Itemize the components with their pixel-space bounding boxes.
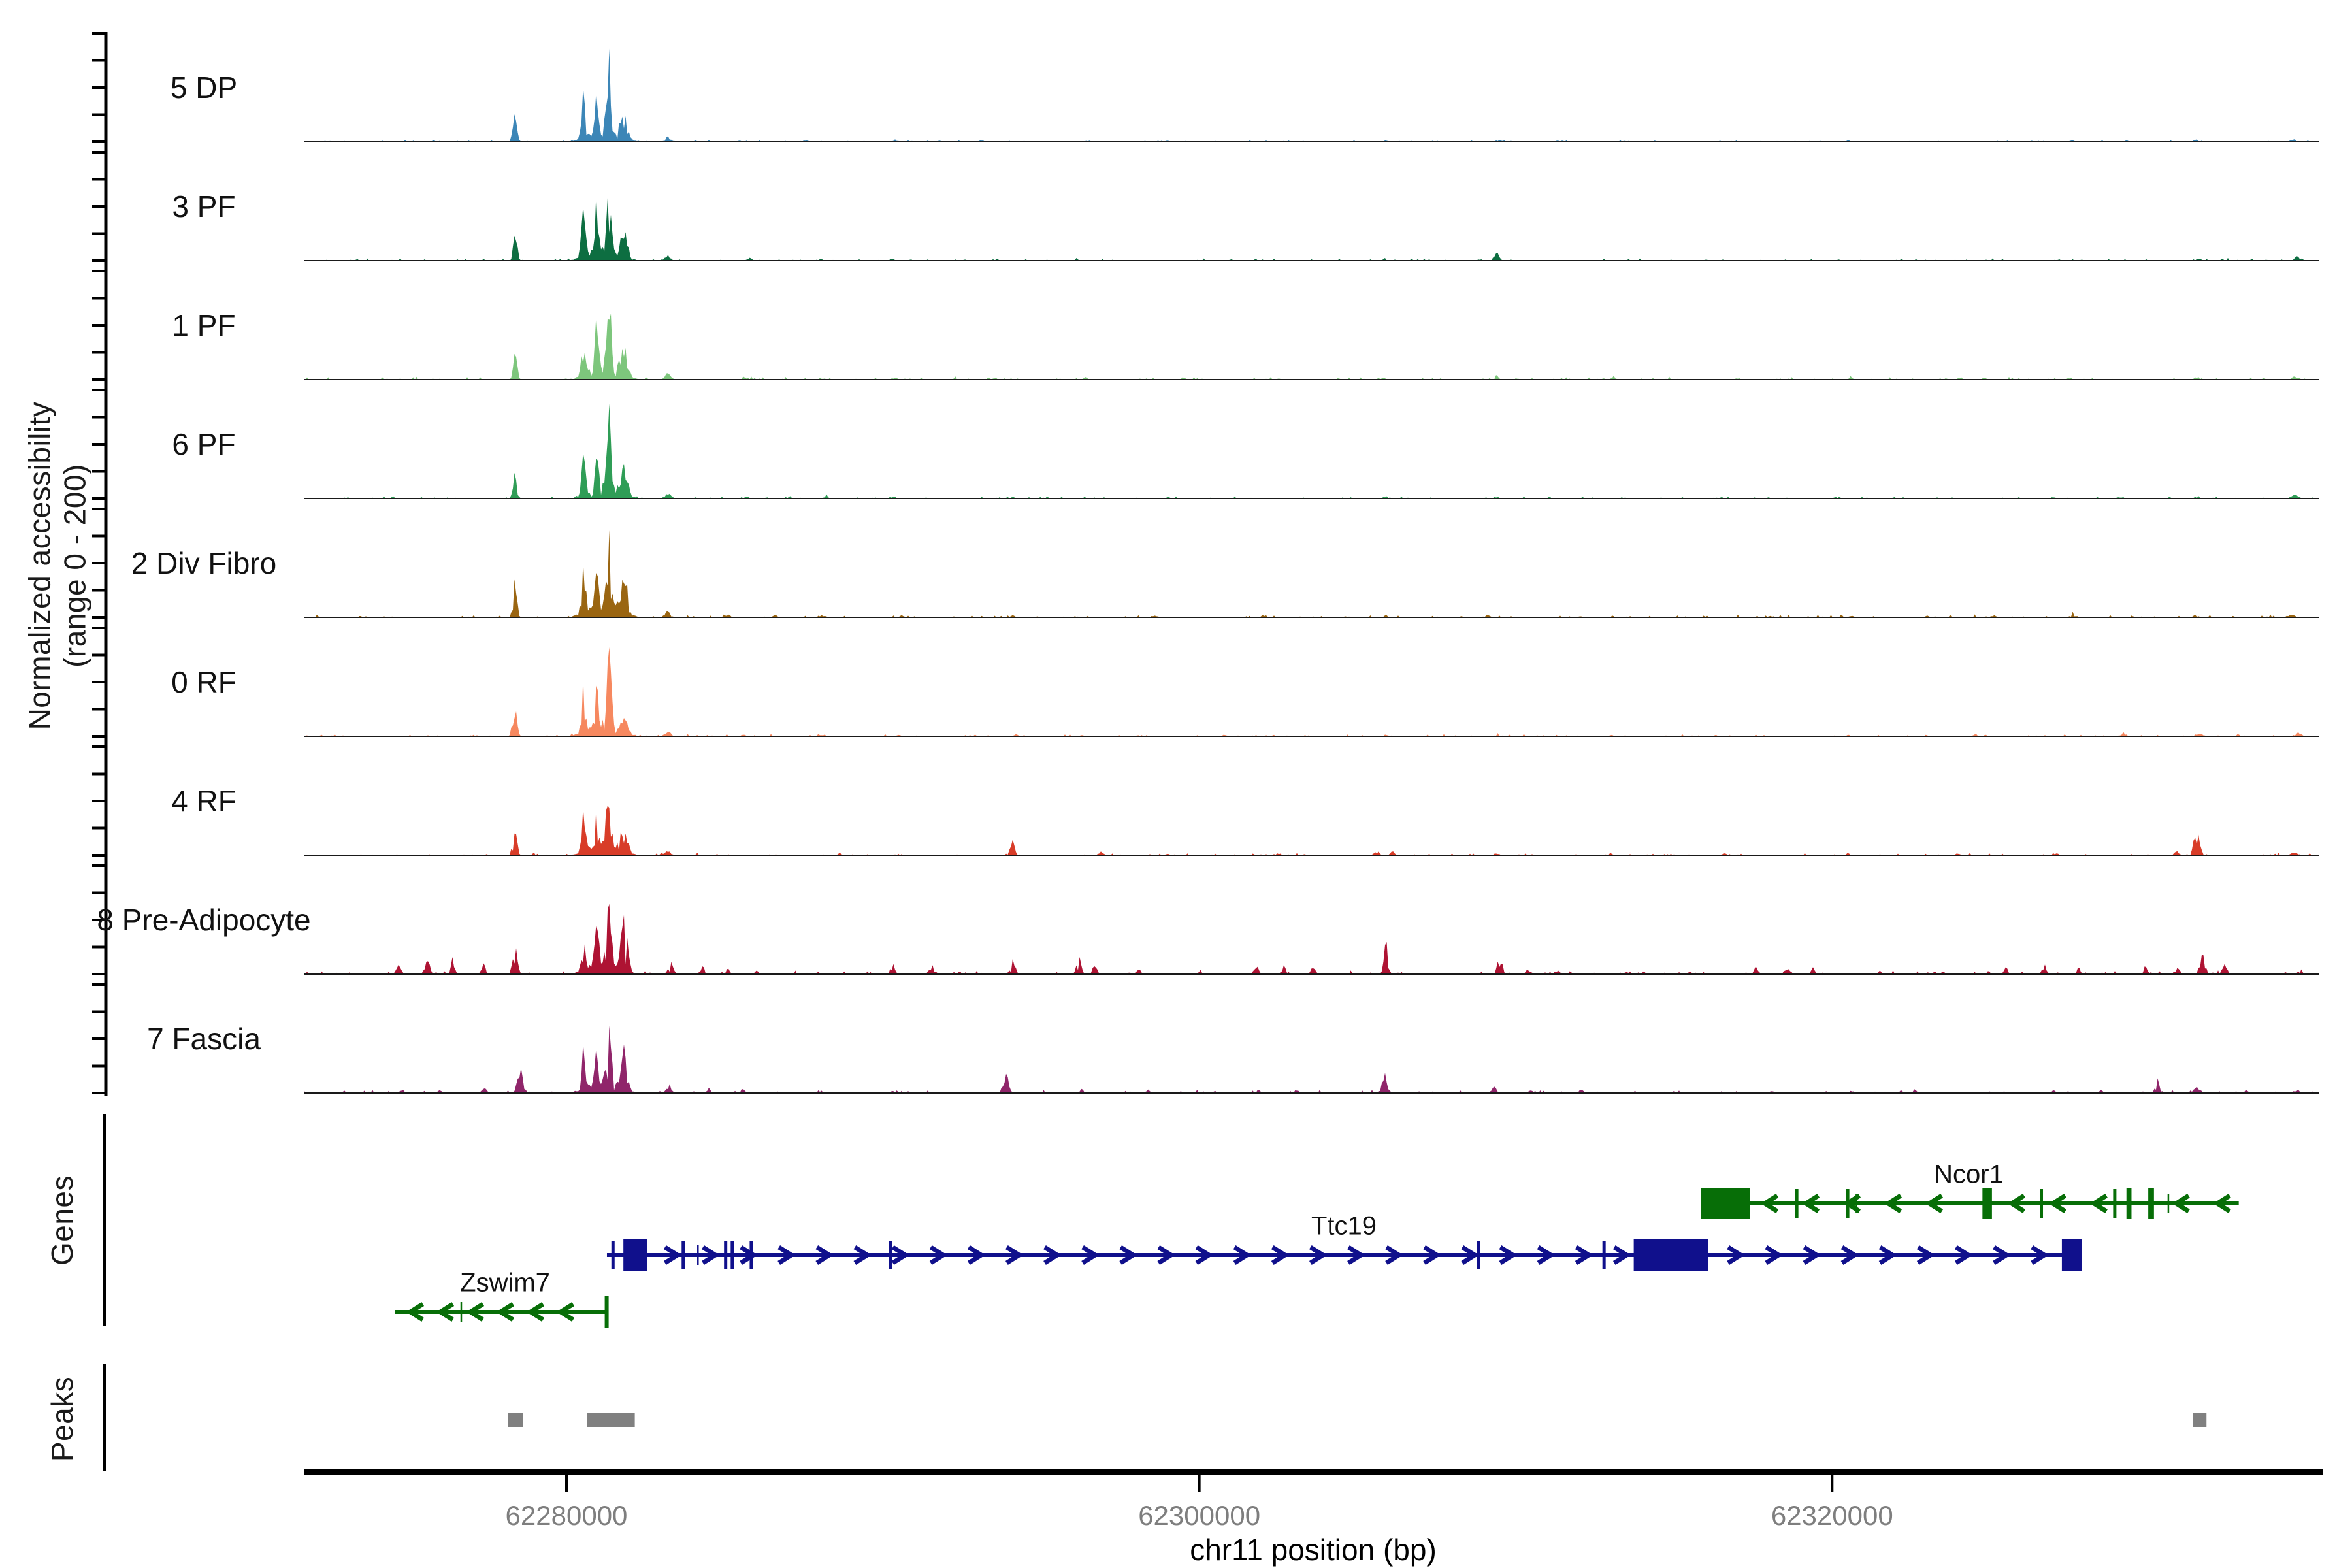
gene-label-ncor1: Ncor1 bbox=[1934, 1160, 2004, 1190]
genes-section-label: Genes bbox=[44, 1175, 80, 1266]
signal-4-rf bbox=[304, 806, 2316, 855]
track-label-6-pf: 6 PF bbox=[172, 427, 235, 462]
track-label-7-fascia: 7 Fascia bbox=[147, 1021, 261, 1056]
peaks-section-label: Peaks bbox=[44, 1377, 80, 1462]
exon-ttc19 bbox=[724, 1241, 727, 1269]
exon-ttc19 bbox=[681, 1241, 685, 1269]
exon-ncor1 bbox=[2113, 1189, 2116, 1218]
track-label-5-dp: 5 DP bbox=[171, 70, 237, 105]
x-axis-title: chr11 position (bp) bbox=[1190, 1532, 1437, 1567]
peak-interval-0 bbox=[508, 1413, 523, 1427]
signal-1-pf bbox=[304, 314, 2316, 380]
signal-5-dp bbox=[304, 48, 2316, 142]
signal-2-div-fibro bbox=[304, 530, 2316, 617]
track-label-1-pf: 1 PF bbox=[172, 308, 235, 343]
exon-ncor1 bbox=[1795, 1189, 1799, 1218]
exon-ncor1 bbox=[1982, 1188, 1992, 1219]
exon-ncor1 bbox=[1701, 1188, 1750, 1219]
y-axis-label: Normalized accessibility (range 0 - 200) bbox=[22, 402, 93, 730]
exon-ttc19 bbox=[623, 1239, 647, 1271]
y-axis-label-line2: (range 0 - 200) bbox=[57, 402, 93, 730]
exon-ncor1 bbox=[2148, 1188, 2154, 1219]
signal-7-fascia bbox=[304, 1026, 2316, 1093]
exon-zswim7 bbox=[605, 1296, 609, 1328]
signal-0-rf bbox=[304, 647, 2316, 736]
peak-interval-1 bbox=[587, 1413, 634, 1427]
y-axis-label-line1: Normalized accessibility bbox=[22, 402, 57, 730]
x-tick-label-62280000: 62280000 bbox=[506, 1500, 628, 1531]
gene-label-zswim7: Zswim7 bbox=[460, 1269, 550, 1298]
plot-canvas bbox=[0, 0, 2352, 1568]
track-label-2-div-fibro: 2 Div Fibro bbox=[131, 546, 276, 581]
exon-ttc19 bbox=[1603, 1241, 1606, 1269]
exon-ttc19 bbox=[1634, 1239, 1708, 1271]
track-label-0-rf: 0 RF bbox=[171, 664, 237, 700]
gene-label-ttc19: Ttc19 bbox=[1311, 1212, 1377, 1241]
coverage-plot-figure: Normalized accessibility (range 0 - 200)… bbox=[0, 0, 2352, 1568]
exon-ttc19 bbox=[730, 1241, 734, 1269]
exon-ncor1 bbox=[2040, 1189, 2043, 1218]
x-tick-label-62320000: 62320000 bbox=[1771, 1500, 1893, 1531]
exon-ncor1 bbox=[2127, 1188, 2132, 1219]
track-label-4-rf: 4 RF bbox=[171, 783, 237, 819]
exon-ncor1 bbox=[2168, 1194, 2170, 1213]
signal-6-pf bbox=[304, 404, 2316, 498]
exon-zswim7 bbox=[461, 1302, 463, 1322]
signal-8-pre-adipocyte bbox=[304, 904, 2316, 975]
exon-ttc19 bbox=[889, 1241, 892, 1269]
track-label-3-pf: 3 PF bbox=[172, 189, 235, 224]
exon-ttc19 bbox=[697, 1245, 699, 1265]
exon-ttc19 bbox=[612, 1241, 615, 1269]
signal-3-pf bbox=[304, 194, 2316, 261]
peak-interval-2 bbox=[2193, 1413, 2206, 1427]
track-label-8-pre-adipocyte: 8 Pre-Adipocyte bbox=[97, 902, 310, 938]
x-tick-label-62300000: 62300000 bbox=[1138, 1500, 1260, 1531]
exon-ttc19 bbox=[2062, 1239, 2082, 1271]
